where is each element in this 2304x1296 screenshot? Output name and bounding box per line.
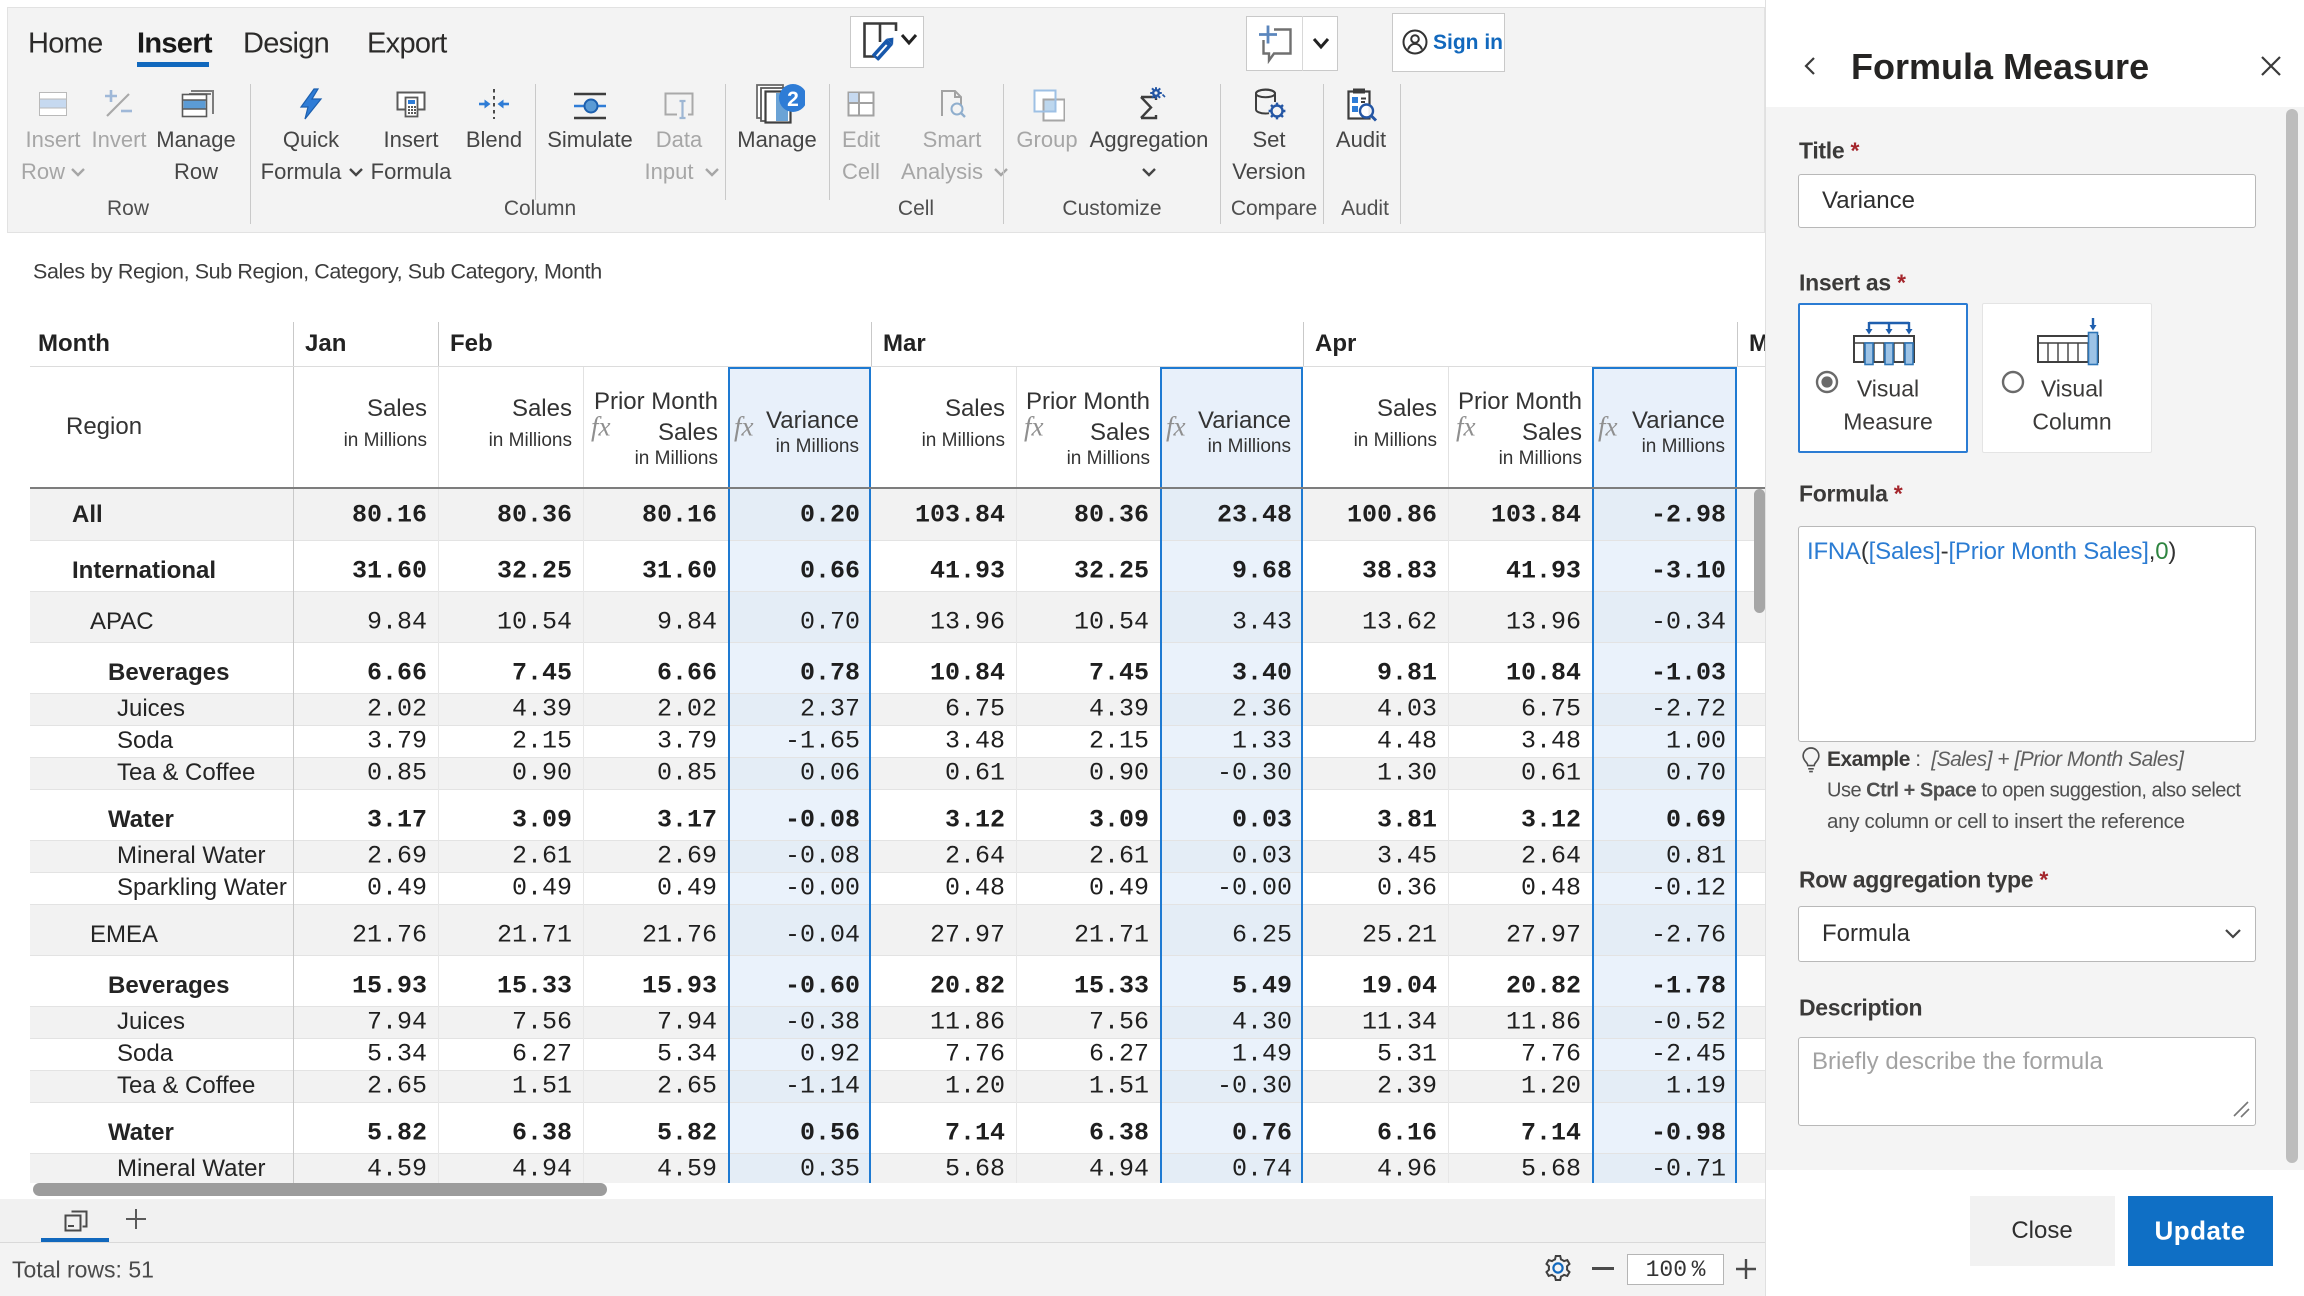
svg-text:2: 2 [787, 88, 799, 111]
